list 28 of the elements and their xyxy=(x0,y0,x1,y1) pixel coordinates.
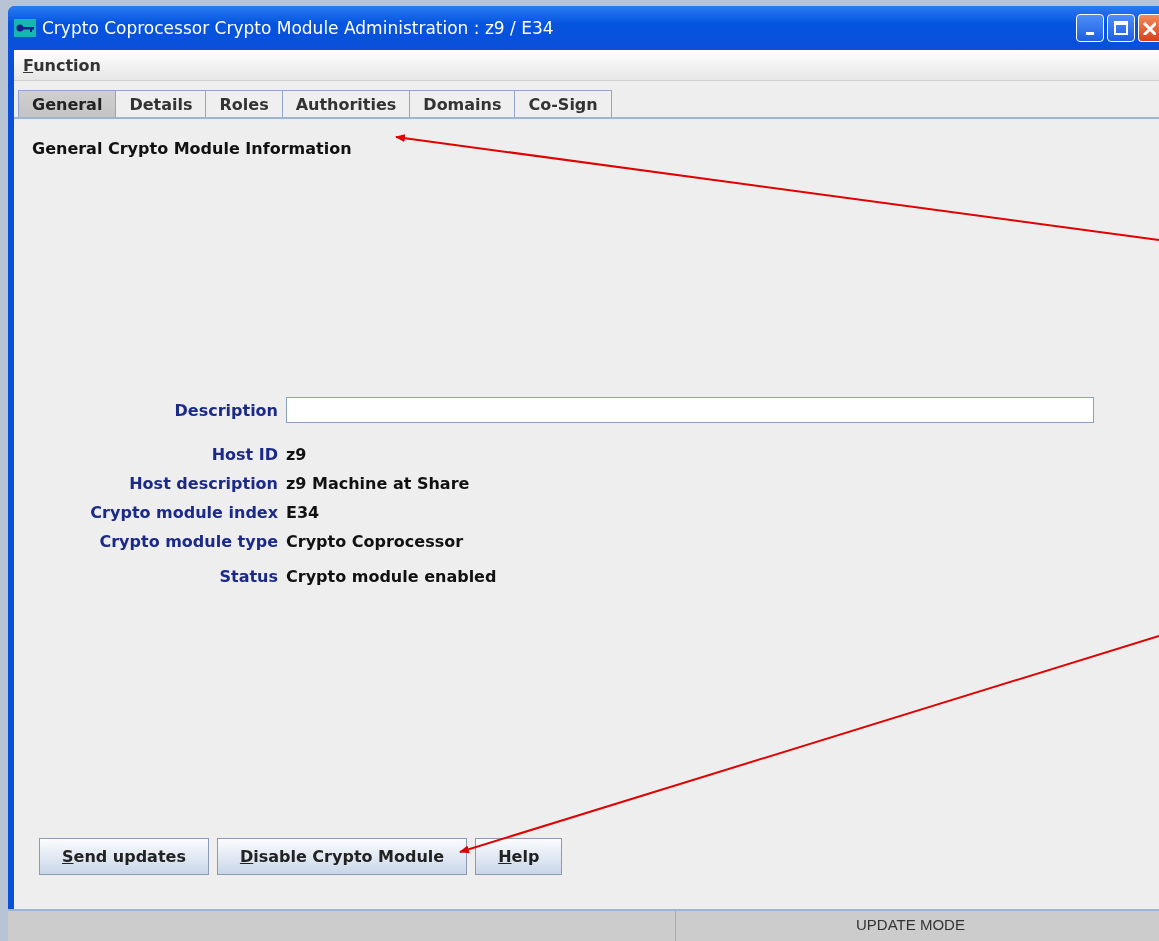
tab[interactable]: General xyxy=(18,90,117,117)
description-field[interactable] xyxy=(286,397,1094,423)
key-icon xyxy=(14,19,36,37)
field-label: Crypto module index xyxy=(90,503,278,522)
field-value: z9 xyxy=(286,445,307,464)
action-button[interactable]: Help xyxy=(475,838,563,875)
field-label: Crypto module type xyxy=(99,532,278,551)
field-label: Host description xyxy=(129,474,278,493)
action-button[interactable]: Disable Crypto Module xyxy=(216,838,468,875)
close-button[interactable] xyxy=(1138,14,1159,42)
window-title: Crypto Coprocessor Crypto Module Administration : z9 / E34 xyxy=(42,18,555,38)
field-label: Host ID xyxy=(211,445,278,464)
maximize-icon xyxy=(1114,21,1128,35)
field-label: Status xyxy=(219,567,278,586)
field-label: Description xyxy=(174,400,278,420)
action-button[interactable]: Send updates xyxy=(39,838,209,875)
minimize-icon xyxy=(1086,31,1094,35)
field-value: Crypto Coprocessor xyxy=(286,532,464,551)
close-icon xyxy=(1142,21,1156,35)
field-value: E34 xyxy=(286,503,320,522)
minimize-button[interactable] xyxy=(1076,14,1104,42)
status-mode-text: UPDATE MODE xyxy=(855,915,965,933)
section-heading: General Crypto Module Information xyxy=(32,139,352,158)
maximize-button[interactable] xyxy=(1107,14,1135,42)
field-value: Crypto module enabled xyxy=(286,567,497,586)
tab[interactable]: Co-Sign xyxy=(514,90,612,117)
field-value: z9 Machine at Share xyxy=(286,474,470,493)
menu-item[interactable]: Function xyxy=(18,53,106,77)
